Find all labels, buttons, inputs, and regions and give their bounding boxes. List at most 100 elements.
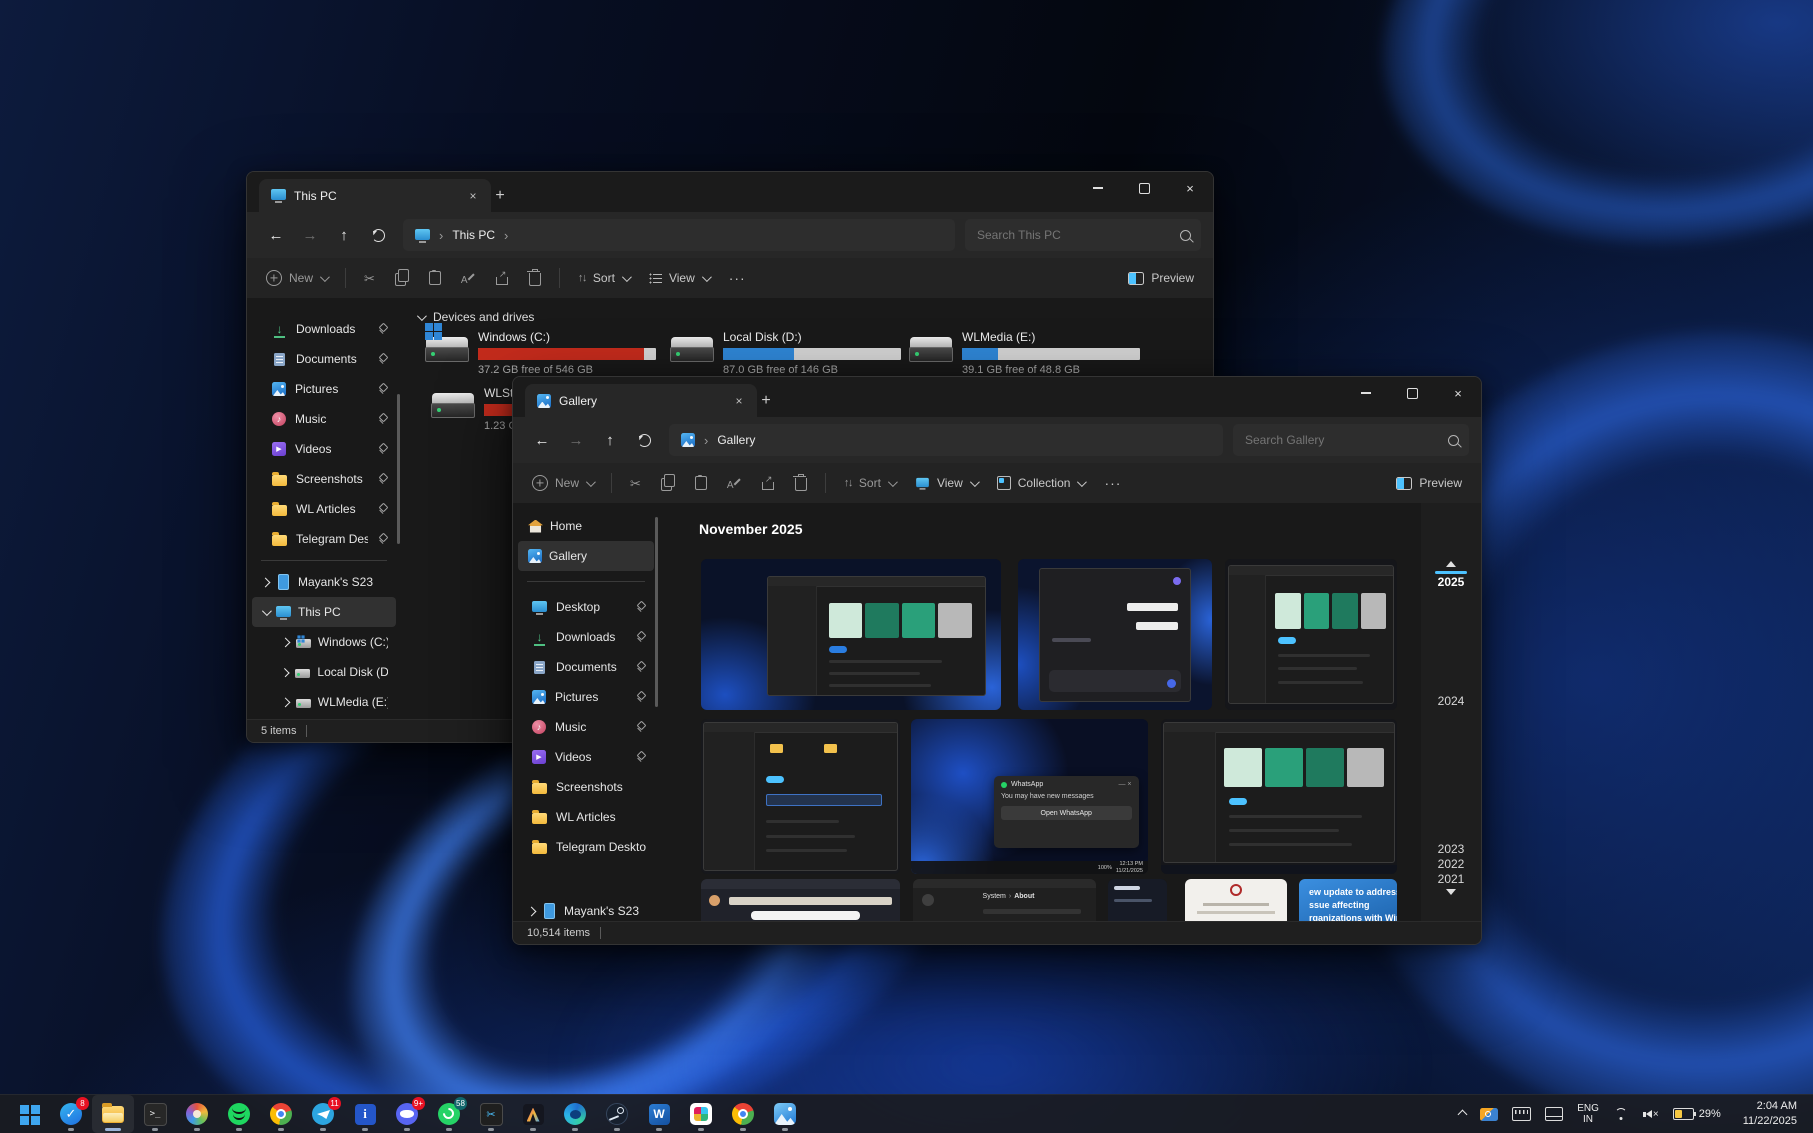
sidebar-item-wl-articles[interactable]: WL Articles: [252, 494, 396, 524]
search-input[interactable]: [975, 227, 1172, 243]
taskbar-steam[interactable]: [596, 1095, 638, 1133]
tree-item-phone[interactable]: Mayank's S23: [252, 567, 396, 597]
view-button[interactable]: View: [640, 263, 718, 293]
taskbar-paint[interactable]: [176, 1095, 218, 1133]
gallery-thumbnail[interactable]: [1185, 879, 1287, 922]
new-tab-button[interactable]: +: [487, 183, 513, 209]
more-options-button[interactable]: ···: [720, 263, 755, 293]
gallery-thumbnail[interactable]: [701, 559, 1001, 710]
refresh-button[interactable]: [627, 424, 661, 456]
tab-gallery[interactable]: Gallery ×: [525, 384, 757, 417]
back-button[interactable]: ←: [259, 219, 293, 251]
taskbar-todo-app[interactable]: 8 ✓: [50, 1095, 92, 1133]
rename-button[interactable]: [718, 468, 750, 498]
section-devices-and-drives[interactable]: Devices and drives: [417, 310, 534, 324]
address-bar[interactable]: › Gallery: [669, 424, 1223, 456]
taskbar-spotify[interactable]: [218, 1095, 260, 1133]
sidebar-item-videos[interactable]: ▶ Videos: [518, 742, 654, 772]
up-button[interactable]: ↑: [327, 219, 361, 251]
timeline-year-2023[interactable]: 2023: [1421, 842, 1481, 856]
sidebar-item-desktop[interactable]: Desktop: [518, 592, 654, 622]
tab-this-pc[interactable]: This PC ×: [259, 179, 491, 212]
gallery-thumbnail[interactable]: [1161, 719, 1397, 874]
sidebar-item-downloads[interactable]: ↓ Downloads: [252, 314, 396, 344]
drive-local-disk-d[interactable]: Local Disk (D:) 87.0 GB free of 146 GB: [670, 330, 902, 376]
copy-button[interactable]: [652, 468, 684, 498]
gallery-thumbnail[interactable]: System › About: [913, 879, 1096, 922]
sidebar-scrollbar[interactable]: [397, 394, 400, 544]
sidebar-item-pictures[interactable]: Pictures: [518, 682, 654, 712]
gallery-thumbnail[interactable]: [1108, 879, 1167, 922]
sidebar-item-wl-articles[interactable]: WL Articles: [518, 802, 654, 832]
timeline-down-arrow[interactable]: [1421, 889, 1481, 895]
paste-button[interactable]: [420, 263, 450, 293]
minimize-button[interactable]: [1343, 377, 1389, 409]
taskbar-file-explorer[interactable]: [92, 1095, 134, 1133]
taskbar-word[interactable]: W: [638, 1095, 680, 1133]
tab-close-icon[interactable]: ×: [729, 391, 749, 411]
forward-button[interactable]: →: [559, 424, 593, 456]
taskbar-chrome-2[interactable]: [722, 1095, 764, 1133]
collection-button[interactable]: Collection: [988, 468, 1094, 498]
new-tab-button[interactable]: +: [753, 388, 779, 414]
chevron-right-icon[interactable]: [281, 697, 291, 707]
gallery-thumbnail[interactable]: WhatsApp — × You may have new messages O…: [911, 719, 1148, 874]
cut-button[interactable]: ✂: [621, 468, 650, 498]
sidebar-item-documents[interactable]: Documents: [518, 652, 654, 682]
taskbar-snipping-tool[interactable]: ✂: [470, 1095, 512, 1133]
tray-touchpad[interactable]: [1539, 1099, 1569, 1129]
tray-touch-keyboard[interactable]: [1506, 1099, 1537, 1129]
refresh-button[interactable]: [361, 219, 395, 251]
more-options-button[interactable]: ···: [1095, 468, 1130, 498]
tree-item-windows-c[interactable]: Windows (C:): [252, 627, 396, 657]
forward-button[interactable]: →: [293, 219, 327, 251]
maximize-button[interactable]: [1389, 377, 1435, 409]
timeline-up-arrow[interactable]: [1421, 561, 1481, 567]
drive-wlmedia-e[interactable]: WLMedia (E:) 39.1 GB free of 48.8 GB: [909, 330, 1141, 376]
timeline-year-2021[interactable]: 2021: [1421, 872, 1481, 886]
tray-volume-muted[interactable]: ×: [1637, 1099, 1665, 1129]
tray-clock[interactable]: 2:04 AM 11/22/2025: [1729, 1099, 1803, 1129]
sort-button[interactable]: ↑↓ Sort: [835, 468, 904, 498]
sidebar-item-telegram-desktop[interactable]: Telegram Desktop: [518, 832, 654, 862]
chevron-right-icon[interactable]: [527, 906, 537, 916]
close-button[interactable]: ×: [1435, 377, 1481, 409]
taskbar-telegram[interactable]: 11: [302, 1095, 344, 1133]
maximize-button[interactable]: [1121, 172, 1167, 204]
chevron-right-icon[interactable]: [280, 667, 289, 676]
search-box[interactable]: [1233, 424, 1469, 456]
tree-item-this-pc[interactable]: This PC: [252, 597, 396, 627]
breadcrumb[interactable]: Gallery: [717, 433, 755, 447]
sidebar-item-screenshots[interactable]: Screenshots: [518, 772, 654, 802]
taskbar-arc[interactable]: [512, 1095, 554, 1133]
new-button[interactable]: New: [257, 263, 336, 293]
tree-item-wlmedia-e[interactable]: WLMedia (E:): [252, 687, 396, 717]
sidebar-item-pictures[interactable]: Pictures: [252, 374, 396, 404]
sidebar-item-videos[interactable]: ▶ Videos: [252, 434, 396, 464]
tree-item-local-disk-d[interactable]: Local Disk (D:): [252, 657, 396, 687]
copy-button[interactable]: [386, 263, 418, 293]
sidebar-item-documents[interactable]: Documents: [252, 344, 396, 374]
taskbar-terminal[interactable]: >_: [134, 1095, 176, 1133]
timeline-year-2024[interactable]: 2024: [1421, 694, 1481, 708]
up-button[interactable]: ↑: [593, 424, 627, 456]
gallery-thumbnail[interactable]: [701, 719, 900, 874]
sidebar-item-music[interactable]: ♪ Music: [252, 404, 396, 434]
tray-wifi[interactable]: [1607, 1099, 1635, 1129]
chevron-right-icon[interactable]: [261, 577, 271, 587]
new-button[interactable]: New: [523, 468, 602, 498]
sidebar-item-telegram-desktop[interactable]: Telegram Deskt: [252, 524, 396, 554]
gallery-thumbnail[interactable]: [1018, 559, 1212, 710]
timeline-year-2025[interactable]: 2025: [1421, 575, 1481, 589]
chevron-right-icon[interactable]: [281, 637, 291, 647]
back-button[interactable]: ←: [525, 424, 559, 456]
chevron-down-icon[interactable]: [262, 606, 272, 616]
search-box[interactable]: [965, 219, 1201, 251]
gallery-thumbnail[interactable]: ew update to address ssue affecting rgan…: [1299, 879, 1397, 922]
delete-button[interactable]: [786, 468, 816, 498]
preview-toggle[interactable]: Preview: [1119, 263, 1203, 293]
taskbar-slack[interactable]: [680, 1095, 722, 1133]
taskbar-info-app[interactable]: i: [344, 1095, 386, 1133]
timeline-year-2022[interactable]: 2022: [1421, 857, 1481, 871]
tree-item-phone[interactable]: Mayank's S23: [518, 896, 654, 922]
